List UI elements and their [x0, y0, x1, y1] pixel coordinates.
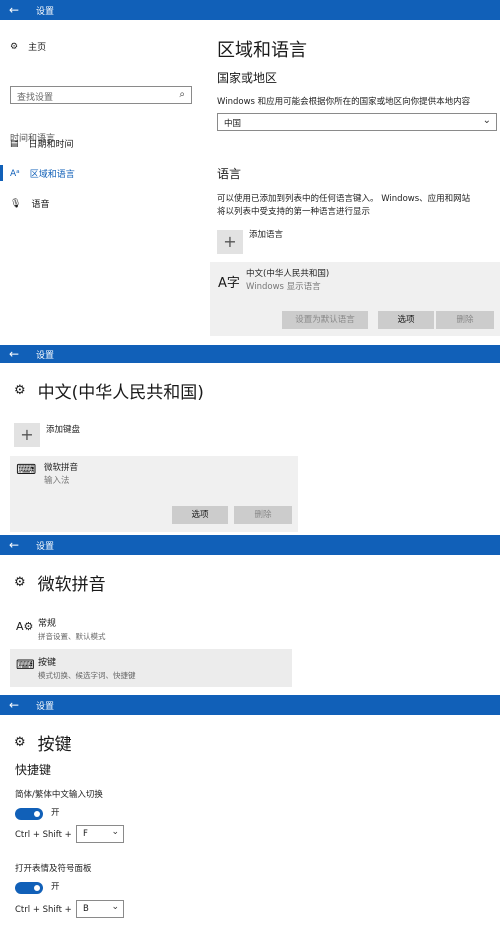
setting-label: 打开表情及符号面板: [15, 864, 92, 874]
calendar-clock-icon: ▤: [10, 138, 19, 149]
region-language-panel: ← 设置 ⚙ 主页 查找设置 ⌕ 时间和语言 ▤ 日期和时间 Aᵃ 区域和语言 …: [0, 0, 500, 345]
active-indicator: [0, 165, 3, 181]
region-select[interactable]: 中国 ⌄: [217, 113, 497, 131]
shortcut-key-select[interactable]: B ⌄: [76, 900, 124, 918]
search-icon[interactable]: ⌕: [179, 89, 185, 100]
setting-label: 简体/繁体中文输入切换: [15, 790, 103, 800]
chevron-down-icon: ⌄: [482, 115, 491, 126]
page-title: ⚙ 按键: [14, 730, 72, 755]
keyboard-list-item[interactable]: ⌨ 微软拼音 输入法 选项 删除: [10, 456, 298, 532]
settings-item-text: 按键 模式切换、候选字词、快捷键: [38, 655, 136, 681]
chevron-down-icon: ⌄: [111, 902, 119, 912]
chevron-down-icon: ⌄: [111, 827, 119, 837]
title-bar: ← 设置: [0, 0, 500, 20]
settings-item-keys[interactable]: ⌨ 按键 模式切换、候选字词、快捷键: [10, 649, 292, 687]
sidebar-item-speech[interactable]: 🎙 语音: [10, 197, 50, 211]
language-name: 中文(中华人民共和国): [246, 269, 330, 279]
page-title: 区域和语言: [217, 40, 307, 61]
set-default-language-button[interactable]: 设置为默认语言: [282, 311, 368, 329]
window-title: 设置: [36, 701, 55, 712]
keyboard-name: 微软拼音: [44, 463, 79, 473]
page-title-text: 微软拼音: [37, 575, 106, 595]
gear-icon: ⚙: [14, 735, 26, 750]
toggle-state-label: 开: [51, 882, 60, 892]
gear-icon: ⚙: [14, 383, 26, 398]
add-language-button[interactable]: +: [217, 230, 243, 254]
keys-panel: ← 设置 ⚙ 按键 快捷键 简体/繁体中文输入切换 开 Ctrl + Shift…: [0, 695, 500, 940]
shortcut-prefix: Ctrl + Shift +: [15, 830, 72, 840]
page-title-text: 按键: [37, 735, 72, 755]
home-label: 主页: [28, 43, 47, 53]
page-title: ⚙ 中文(中华人民共和国): [14, 378, 204, 403]
microphone-icon: 🎙: [10, 198, 22, 209]
region-language-icon: Aᵃ: [10, 168, 20, 179]
sidebar-item-label: 区域和语言: [29, 170, 75, 180]
page-title: ⚙ 微软拼音: [14, 570, 106, 595]
add-keyboard-label[interactable]: 添加键盘: [46, 424, 80, 437]
settings-item-sub: 拼音设置、默认模式: [38, 632, 106, 641]
settings-item-general[interactable]: A⚙ 常规 拼音设置、默认模式: [10, 610, 292, 648]
microsoft-pinyin-panel: ← 设置 ⚙ 微软拼音 A⚙ 常规 拼音设置、默认模式 ⌨ 按键 模式切换、候选…: [0, 535, 500, 695]
settings-item-text: 常规 拼音设置、默认模式: [38, 616, 106, 642]
settings-item-sub: 模式切换、候选字词、快捷键: [38, 671, 136, 680]
sidebar-item-date-time[interactable]: ▤ 日期和时间: [10, 137, 74, 151]
plus-icon: +: [20, 425, 34, 444]
main-content: 区域和语言 国家或地区 Windows 和应用可能会根据你所在的国家或地区向你提…: [210, 20, 500, 345]
title-bar: ← 设置: [0, 535, 500, 555]
language-sub: Windows 显示语言: [246, 282, 321, 292]
settings-item-title: 常规: [38, 619, 57, 629]
remove-button[interactable]: 删除: [234, 506, 292, 524]
shortcut-prefix: Ctrl + Shift +: [15, 905, 72, 915]
keyboard-icon: ⌨: [16, 462, 37, 478]
remove-button[interactable]: 删除: [436, 311, 494, 329]
page-title-text: 中文(中华人民共和国): [37, 383, 204, 403]
title-bar: ← 设置: [0, 345, 500, 363]
language-description-line: 可以使用已添加到列表中的任何语言键入。 Windows、应用和网站: [217, 194, 471, 204]
options-button[interactable]: 选项: [378, 311, 434, 329]
toggle-switch[interactable]: [15, 882, 43, 894]
back-arrow-icon[interactable]: ←: [0, 347, 28, 361]
title-bar: ← 设置: [0, 695, 500, 715]
region-description: Windows 和应用可能会根据你所在的国家或地区向你提供本地内容: [217, 97, 471, 107]
toggle-state-label: 开: [51, 808, 60, 818]
window-title: 设置: [36, 541, 55, 552]
search-placeholder: 查找设置: [17, 93, 54, 103]
keyboard-sub: 输入法: [44, 476, 70, 486]
gear-icon: ⚙: [10, 41, 19, 52]
back-arrow-icon[interactable]: ←: [0, 538, 28, 552]
gear-icon: ⚙: [14, 575, 26, 590]
language-icon: A字: [218, 276, 240, 291]
back-arrow-icon[interactable]: ←: [0, 3, 28, 17]
shortcut-key-value: B: [83, 904, 89, 914]
font-settings-icon: A⚙: [16, 620, 34, 633]
sidebar-item-label: 语音: [31, 200, 50, 210]
language-heading: 语言: [217, 167, 242, 181]
language-description-line: 将以列表中受支持的第一种语言进行显示: [217, 207, 371, 217]
language-description: 可以使用已添加到列表中的任何语言键入。 Windows、应用和网站 将以列表中受…: [217, 193, 470, 219]
section-heading: 快捷键: [15, 763, 52, 777]
shortcut-key-select[interactable]: F ⌄: [76, 825, 124, 843]
add-language-label[interactable]: 添加语言: [249, 229, 283, 242]
sidebar-home[interactable]: ⚙ 主页: [10, 40, 47, 54]
toggle-switch[interactable]: [15, 808, 43, 820]
settings-item-title: 按键: [38, 658, 57, 668]
window-title: 设置: [36, 6, 55, 17]
options-button[interactable]: 选项: [172, 506, 228, 524]
region-value: 中国: [224, 119, 242, 129]
search-input[interactable]: 查找设置 ⌕: [10, 86, 192, 104]
sidebar-item-label: 日期和时间: [28, 140, 74, 150]
shortcut-key-value: F: [83, 829, 88, 839]
plus-icon: +: [223, 232, 237, 251]
window-title: 设置: [36, 350, 55, 361]
back-arrow-icon[interactable]: ←: [0, 698, 28, 712]
add-keyboard-button[interactable]: +: [14, 423, 40, 447]
region-heading: 国家或地区: [217, 71, 278, 85]
language-options-panel: ← 设置 ⚙ 中文(中华人民共和国) + 添加键盘 ⌨ 微软拼音 输入法 选项 …: [0, 345, 500, 535]
sidebar: ⚙ 主页 查找设置 ⌕ 时间和语言 ▤ 日期和时间 Aᵃ 区域和语言 🎙 语音: [0, 20, 205, 345]
keyboard-icon: ⌨: [16, 658, 35, 673]
language-list-item[interactable]: A字 中文(中华人民共和国) Windows 显示语言 设置为默认语言 选项 删…: [210, 262, 500, 336]
sidebar-item-region-language[interactable]: Aᵃ 区域和语言: [10, 167, 75, 181]
